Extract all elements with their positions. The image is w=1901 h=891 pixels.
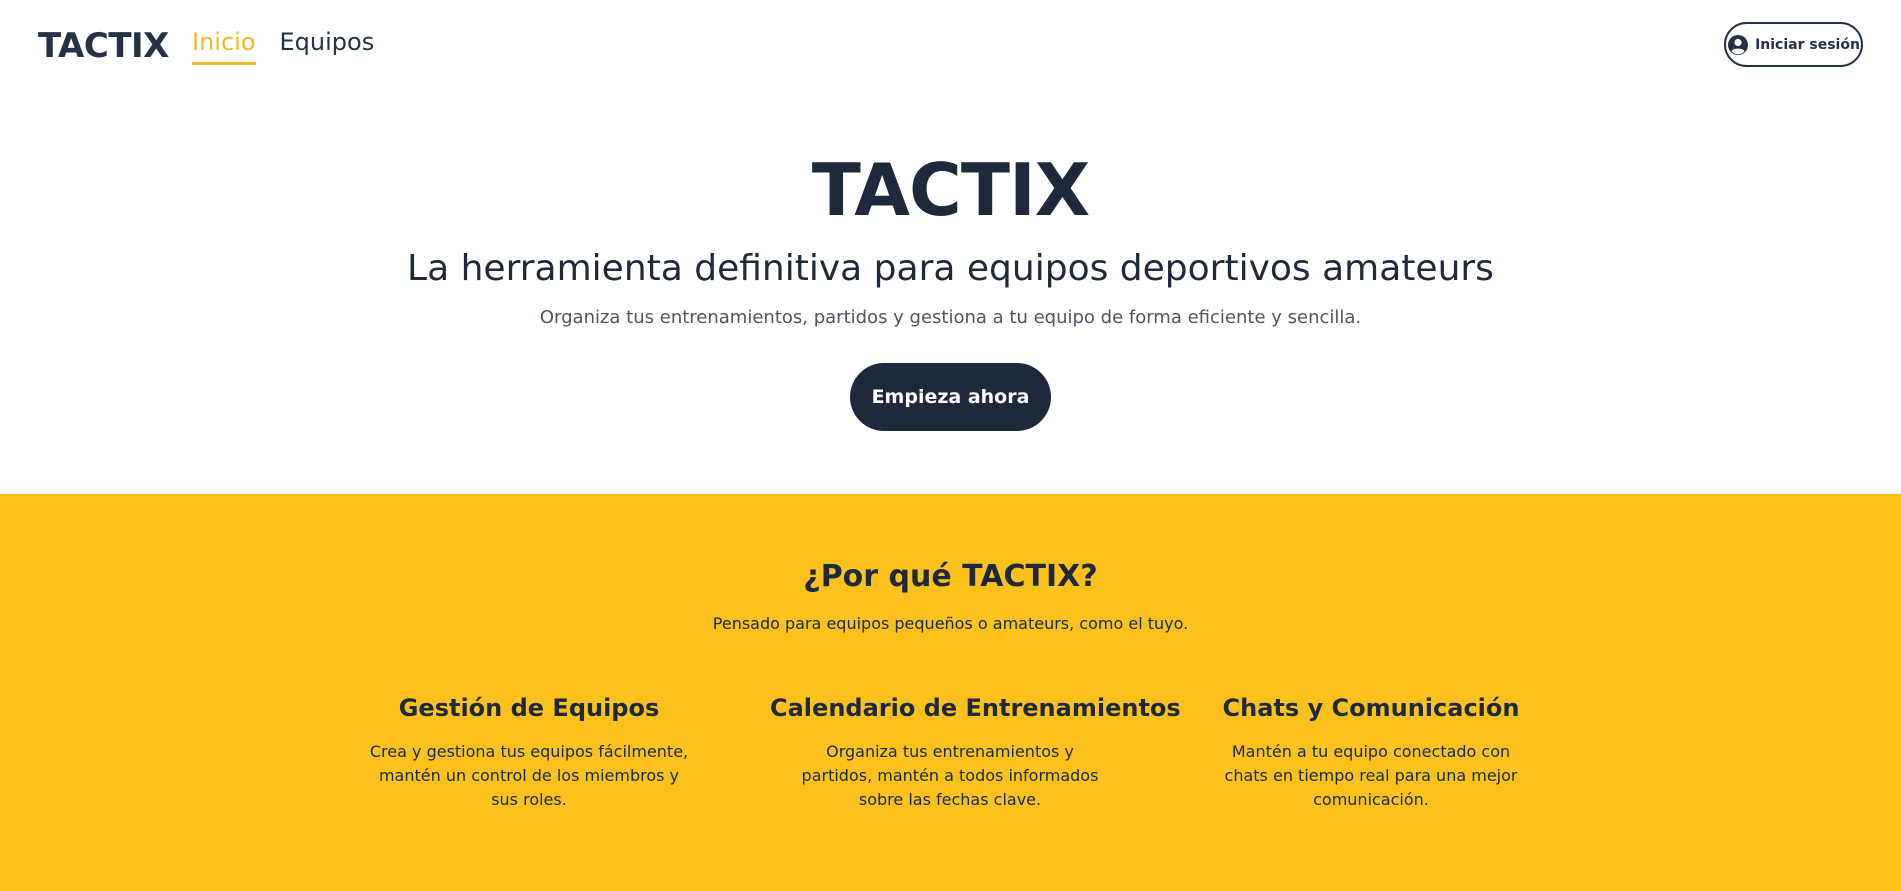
site-header: TACTIX Inicio Equipos Iniciar sesión: [0, 0, 1901, 90]
main-nav: Inicio Equipos: [192, 24, 374, 65]
hero-section: TACTIX La herramienta definitiva para eq…: [0, 90, 1901, 494]
hero-description: Organiza tus entrenamientos, partidos y …: [539, 307, 1362, 328]
feature-title: Calendario de Entrenamientos: [770, 694, 1181, 722]
features-section: ¿Por qué TACTIX? Pensado para equipos pe…: [0, 494, 1901, 891]
get-started-button[interactable]: Empieza ahora: [850, 363, 1051, 431]
nav-link-equipos[interactable]: Equipos: [280, 24, 375, 65]
feature-text: Crea y gestiona tus equipos fácilmente, …: [369, 742, 689, 809]
hero-title: TACTIX: [811, 148, 1091, 232]
logo[interactable]: TACTIX: [38, 24, 169, 68]
login-button-label: Iniciar sesión: [1755, 36, 1860, 53]
login-button[interactable]: Iniciar sesión: [1724, 22, 1863, 67]
feature-card-chats: Chats y Comunicación Mantén a tu equipo …: [1211, 692, 1531, 812]
feature-text: Organiza tus entrenamientos y partidos, …: [801, 742, 1099, 809]
feature-text: Mantén a tu equipo conectado con chats e…: [1224, 742, 1518, 809]
feature-card-team-management: Gestión de Equipos Crea y gestiona tus e…: [369, 692, 689, 812]
user-circle-icon: [1727, 34, 1749, 56]
features-title: ¿Por qué TACTIX?: [803, 559, 1098, 594]
feature-title: Chats y Comunicación: [1222, 694, 1520, 722]
feature-title: Gestión de Equipos: [398, 694, 660, 722]
features-subtitle: Pensado para equipos pequeños o amateurs…: [712, 614, 1189, 633]
nav-link-inicio[interactable]: Inicio: [192, 24, 256, 65]
hero-subtitle: La herramienta definitiva para equipos d…: [407, 248, 1494, 289]
feature-card-training-calendar: Calendario de Entrenamientos Organiza tu…: [770, 692, 1181, 812]
